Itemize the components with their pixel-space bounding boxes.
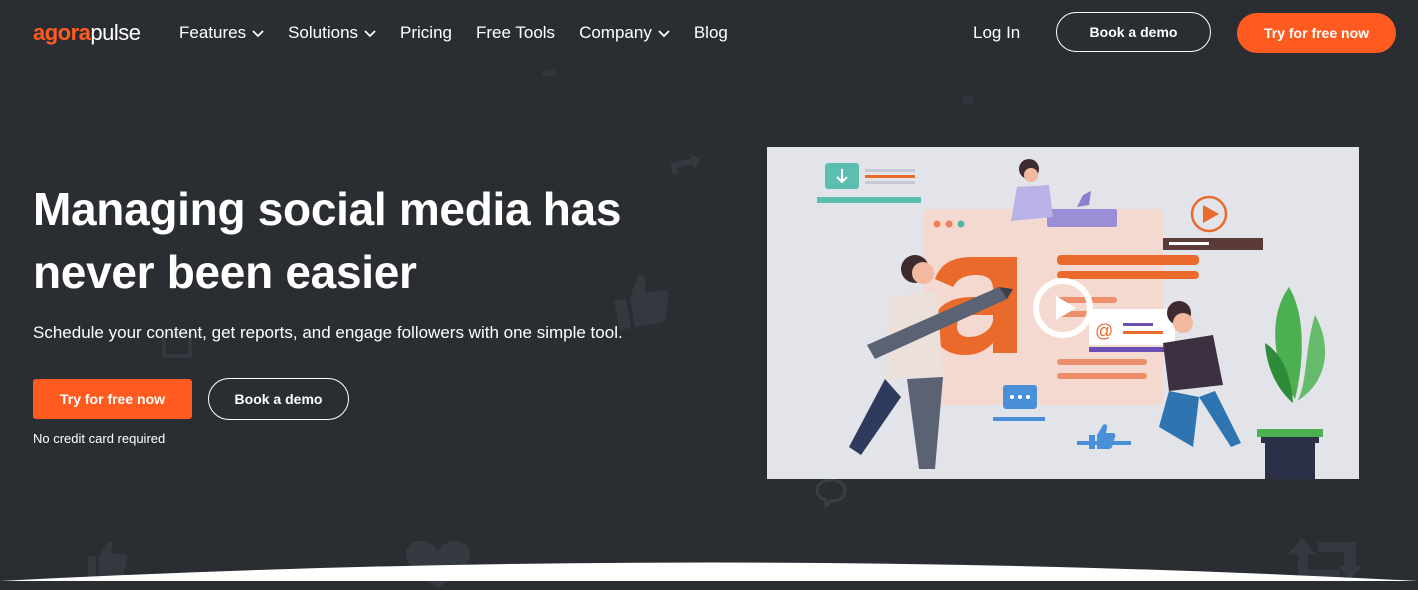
- hero-title: Managing social media has never been eas…: [33, 183, 622, 298]
- site-header: agorapulse Features Solutions Pricing Fr…: [0, 0, 1418, 68]
- main-nav: Features Solutions Pricing Free Tools Co…: [179, 23, 752, 43]
- small-decoration-icon: [542, 70, 556, 76]
- nav-features[interactable]: Features: [179, 23, 264, 43]
- hero-subtitle: Schedule your content, get reports, and …: [33, 323, 623, 342]
- logo-agora: agora: [33, 20, 91, 45]
- nav-solutions[interactable]: Solutions: [288, 23, 376, 43]
- nav-label: Free Tools: [476, 23, 556, 42]
- no-credit-card-note: No credit card required: [33, 431, 166, 446]
- book-demo-button[interactable]: Book a demo: [208, 378, 349, 420]
- chevron-down-icon: [364, 30, 376, 38]
- product-video[interactable]: @: [767, 147, 1359, 479]
- nav-label: Solutions: [288, 23, 359, 42]
- logo-pulse: pulse: [90, 20, 141, 45]
- chevron-down-icon: [658, 30, 670, 38]
- svg-text:@: @: [1095, 321, 1113, 341]
- book-demo-button-header[interactable]: Book a demo: [1056, 12, 1211, 52]
- nav-label: Features: [179, 23, 247, 42]
- chevron-down-icon: [252, 30, 264, 38]
- nav-label: Pricing: [400, 23, 452, 42]
- try-free-button-header[interactable]: Try for free now: [1237, 13, 1396, 53]
- bottom-curve: [0, 562, 1418, 581]
- comment-icon: [815, 478, 847, 508]
- retweet-icon: [670, 152, 701, 175]
- try-free-button[interactable]: Try for free now: [33, 379, 192, 419]
- small-decoration-icon: [963, 95, 973, 105]
- nav-pricing[interactable]: Pricing: [400, 23, 452, 43]
- nav-company[interactable]: Company: [579, 23, 670, 43]
- login-link[interactable]: Log In: [973, 23, 1020, 43]
- nav-free-tools[interactable]: Free Tools: [476, 23, 555, 43]
- nav-blog[interactable]: Blog: [694, 23, 728, 43]
- logo[interactable]: agorapulse: [33, 20, 141, 46]
- nav-label: Company: [579, 23, 652, 42]
- nav-label: Blog: [693, 23, 728, 42]
